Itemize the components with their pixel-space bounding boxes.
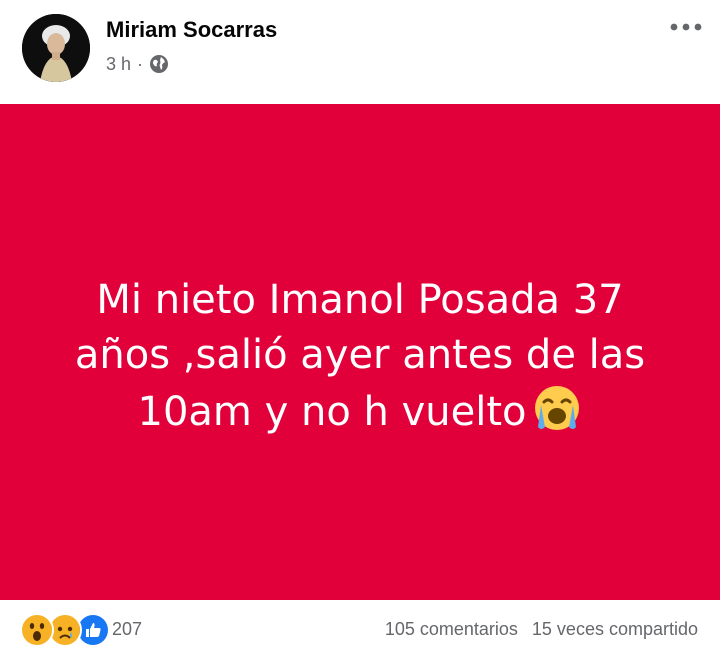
wow-reaction-icon: [20, 613, 54, 647]
crying-face-emoji: [532, 383, 582, 433]
meta-separator: ·: [137, 53, 144, 74]
author-name[interactable]: Miriam Socarras: [106, 17, 277, 43]
comments-count[interactable]: 105 comentarios: [385, 619, 518, 640]
shares-count[interactable]: 15 veces compartido: [532, 619, 698, 640]
post-text: Mi nieto Imanol Posada 37 años ,salió ay…: [40, 273, 680, 440]
reaction-icons[interactable]: [20, 613, 110, 647]
post-time[interactable]: 3 h: [106, 54, 131, 75]
post-content-background: Mi nieto Imanol Posada 37 años ,salió ay…: [0, 104, 720, 600]
author-avatar[interactable]: [22, 14, 90, 82]
post-header: Miriam Socarras 3 h ·: [0, 0, 720, 104]
more-options-icon[interactable]: [666, 14, 706, 40]
engagement-stats: 105 comentarios 15 veces compartido: [385, 619, 698, 640]
post-meta: 3 h ·: [106, 52, 169, 76]
reaction-count[interactable]: 207: [112, 619, 142, 640]
globe-icon[interactable]: [149, 54, 169, 74]
